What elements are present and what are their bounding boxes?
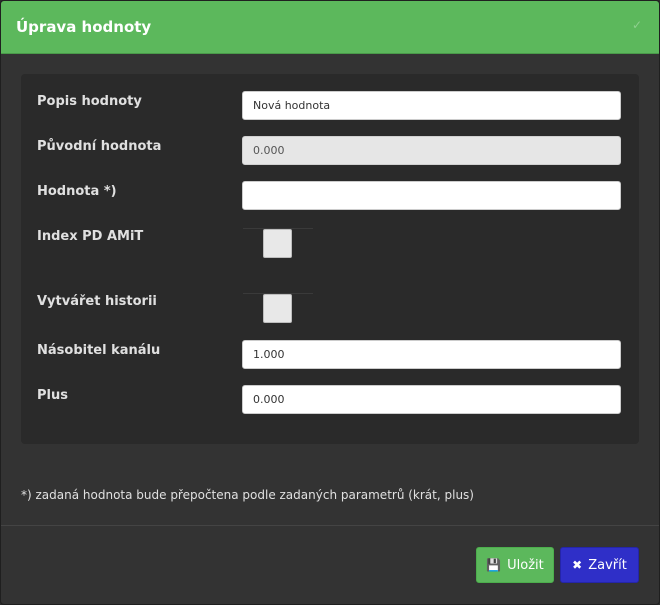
create-history-label: Vytvářet historii (37, 294, 157, 309)
close-icon[interactable]: ✓ (631, 19, 643, 31)
value-input[interactable] (242, 181, 621, 210)
channel-multiplier-label: Násobitel kanálu (37, 343, 161, 358)
create-history-checkbox[interactable] (263, 294, 292, 323)
close-button-label: Zavřít (588, 557, 627, 573)
plus-input[interactable] (242, 385, 621, 414)
description-label: Popis hodnoty (37, 94, 142, 109)
close-button[interactable]: ✖ Zavřít (560, 547, 639, 583)
floppy-disk-icon: 💾 (486, 558, 502, 572)
dialog-header: Úprava hodnoty ✓ (1, 1, 659, 54)
channel-multiplier-input[interactable] (242, 340, 621, 369)
description-input[interactable] (242, 91, 621, 120)
times-icon: ✖ (572, 558, 583, 572)
save-button-label: Uložit (507, 557, 544, 573)
plus-label: Plus (37, 388, 68, 403)
dialog-title: Úprava hodnoty (16, 18, 152, 36)
save-button[interactable]: 💾 Uložit (476, 547, 554, 583)
original-value-label: Původní hodnota (37, 139, 162, 154)
index-pd-amit-checkbox[interactable] (263, 229, 292, 258)
index-pd-amit-label: Index PD AMiT (37, 229, 144, 244)
form-panel: Popis hodnoty Původní hodnota Hodnota *)… (21, 74, 639, 444)
edit-value-dialog: Úprava hodnoty ✓ Popis hodnoty Původní h… (0, 0, 660, 605)
original-value-input (242, 136, 621, 165)
footer-divider (1, 525, 659, 526)
footnote: *) zadaná hodnota bude přepočtena podle … (21, 488, 474, 502)
value-label: Hodnota *) (37, 184, 117, 199)
